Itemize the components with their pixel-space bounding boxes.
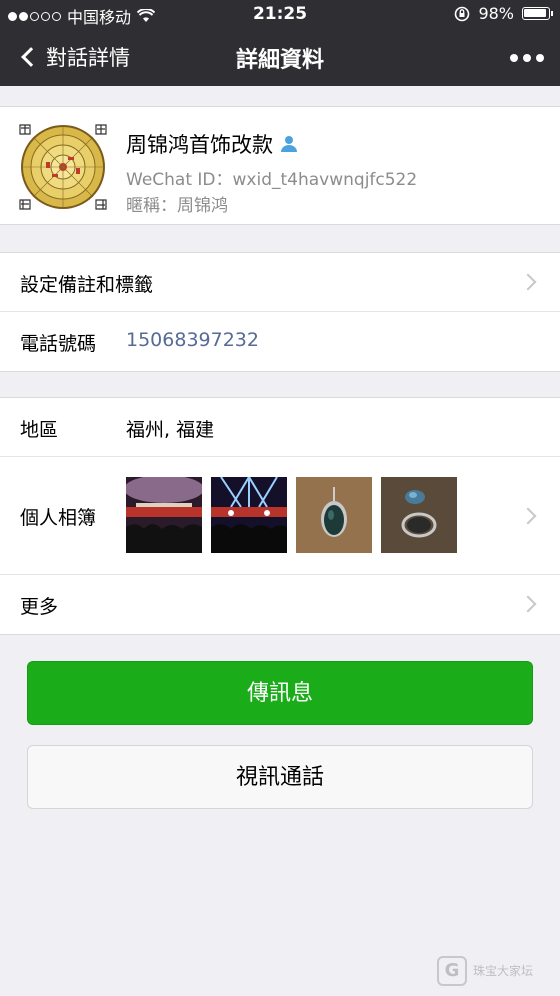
phone-number-link[interactable]: 15068397232 bbox=[126, 329, 259, 351]
region-row: 地區 福州, 福建 bbox=[0, 398, 560, 457]
chevron-right-icon bbox=[519, 507, 537, 525]
profile-card: 周锦鸿首饰改款 WeChat ID：wxid_t4havwnqjfc522 暱稱… bbox=[0, 106, 560, 225]
wechat-id: WeChat ID：wxid_t4havwnqjfc522 bbox=[126, 170, 418, 190]
video-call-button[interactable]: 視訊通話 bbox=[27, 745, 533, 809]
page-title: 詳細資料 bbox=[235, 48, 324, 73]
album-label: 個人相簿 bbox=[20, 507, 97, 529]
profile-name: 周锦鸿首饰改款 bbox=[126, 133, 273, 157]
nav-bar: 對話詳情 詳細資料 bbox=[0, 30, 560, 86]
album-thumbnails bbox=[126, 477, 457, 553]
status-bar: 中国移动 21:25 98% bbox=[0, 0, 560, 30]
chevron-right-icon bbox=[519, 273, 537, 291]
album-row[interactable]: 個人相簿 bbox=[0, 457, 560, 575]
watermark-logo-icon: G bbox=[437, 956, 467, 986]
battery-percent: 98% bbox=[478, 4, 514, 23]
contact-info-group: 設定備註和標籤 電話號碼 15068397232 bbox=[0, 252, 560, 372]
remark-tags-label: 設定備註和標籤 bbox=[20, 274, 154, 296]
album-thumbnail bbox=[211, 477, 287, 553]
phone-row: 電話號碼 15068397232 bbox=[0, 312, 560, 371]
top-bar: 中国移动 21:25 98% 對話詳情 詳細資料 bbox=[0, 0, 560, 86]
nickname: 暱稱：周锦鸿 bbox=[126, 196, 228, 216]
more-label: 更多 bbox=[20, 596, 59, 618]
send-message-button[interactable]: 傳訊息 bbox=[27, 661, 533, 725]
album-thumbnail bbox=[126, 477, 202, 553]
battery-icon bbox=[522, 7, 553, 20]
watermark: G 珠宝大家坛 bbox=[437, 956, 533, 986]
region-value: 福州, 福建 bbox=[126, 419, 215, 441]
avatar[interactable] bbox=[18, 122, 108, 212]
album-thumbnail bbox=[381, 477, 457, 553]
more-options-button[interactable] bbox=[510, 54, 544, 62]
more-dots-icon bbox=[510, 54, 518, 62]
chevron-right-icon bbox=[519, 595, 537, 613]
region-label: 地區 bbox=[20, 419, 59, 441]
watermark-text: 珠宝大家坛 bbox=[473, 964, 534, 978]
orientation-lock-icon bbox=[455, 6, 470, 21]
phone-label: 電話號碼 bbox=[20, 333, 97, 355]
remark-tags-row[interactable]: 設定備註和標籤 bbox=[0, 253, 560, 312]
album-thumbnail bbox=[296, 477, 372, 553]
details-group: 地區 福州, 福建 個人相簿 更多 bbox=[0, 397, 560, 635]
more-row[interactable]: 更多 bbox=[0, 575, 560, 634]
profile-name-row: 周锦鸿首饰改款 bbox=[126, 129, 299, 159]
contact-person-icon bbox=[281, 136, 297, 152]
